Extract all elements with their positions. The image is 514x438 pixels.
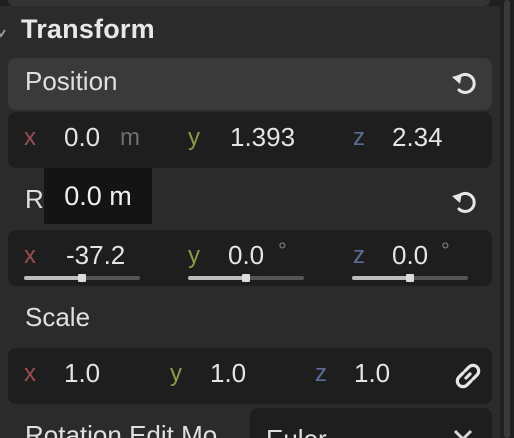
scale-x-axis-label: x: [24, 360, 36, 387]
rotation-z-slider-knob[interactable]: [406, 274, 414, 282]
rotation-y-slider[interactable]: [188, 274, 304, 282]
rotation-z-slider-fill: [352, 276, 410, 280]
reset-icon[interactable]: [450, 187, 480, 217]
rotation-z-slider[interactable]: [352, 274, 468, 282]
rotation-z-input[interactable]: 0.0: [392, 240, 428, 271]
scrollbar-thumb[interactable]: [504, 0, 510, 438]
rotation-edit-mode-value: Euler: [266, 424, 327, 438]
position-y-input[interactable]: 1.393: [230, 122, 295, 153]
position-z-input[interactable]: 2.34: [392, 122, 443, 153]
scale-x-input[interactable]: 1.0: [64, 358, 100, 389]
rotation-edit-mode-dropdown[interactable]: Euler: [250, 408, 492, 438]
rotation-y-unit: °: [278, 238, 287, 263]
rotation-x-slider-fill: [24, 276, 82, 280]
value-tooltip: 0.0 m: [44, 168, 152, 224]
rotation-x-input[interactable]: -37.2: [66, 240, 125, 271]
scale-z-input[interactable]: 1.0: [354, 358, 390, 389]
rotation-edit-mode-label: Rotation Edit Mo: [25, 420, 218, 438]
section-title[interactable]: Transform: [21, 14, 155, 45]
position-label: Position: [25, 66, 118, 96]
scale-y-input[interactable]: 1.0: [210, 358, 246, 389]
top-strip: [0, 0, 500, 6]
top-strip-inner: [8, 0, 490, 6]
rotation-label: R: [25, 184, 44, 214]
position-x-axis-label: x: [24, 124, 36, 151]
link-icon[interactable]: [452, 360, 484, 392]
rotation-y-axis-label: y: [188, 242, 200, 269]
rotation-z-axis-label: z: [353, 242, 365, 269]
rotation-y-input[interactable]: 0.0: [228, 240, 264, 271]
chevron-down-icon: [453, 429, 473, 438]
scale-label: Scale: [25, 302, 91, 332]
scale-z-axis-label: z: [315, 360, 327, 387]
rotation-x-slider[interactable]: [24, 274, 140, 282]
reset-icon[interactable]: [450, 68, 480, 98]
rotation-z-unit: °: [441, 238, 450, 263]
position-z-axis-label: z: [353, 124, 365, 151]
rotation-y-slider-knob[interactable]: [242, 274, 250, 282]
rotation-x-axis-label: x: [24, 242, 36, 269]
scale-y-axis-label: y: [170, 360, 182, 387]
rotation-y-slider-fill: [188, 276, 246, 280]
position-x-unit: m: [120, 124, 140, 151]
position-y-axis-label: y: [188, 124, 200, 151]
position-x-input[interactable]: 0.0: [64, 122, 100, 153]
collapse-chevron-icon[interactable]: [0, 28, 6, 38]
rotation-x-slider-knob[interactable]: [78, 274, 86, 282]
